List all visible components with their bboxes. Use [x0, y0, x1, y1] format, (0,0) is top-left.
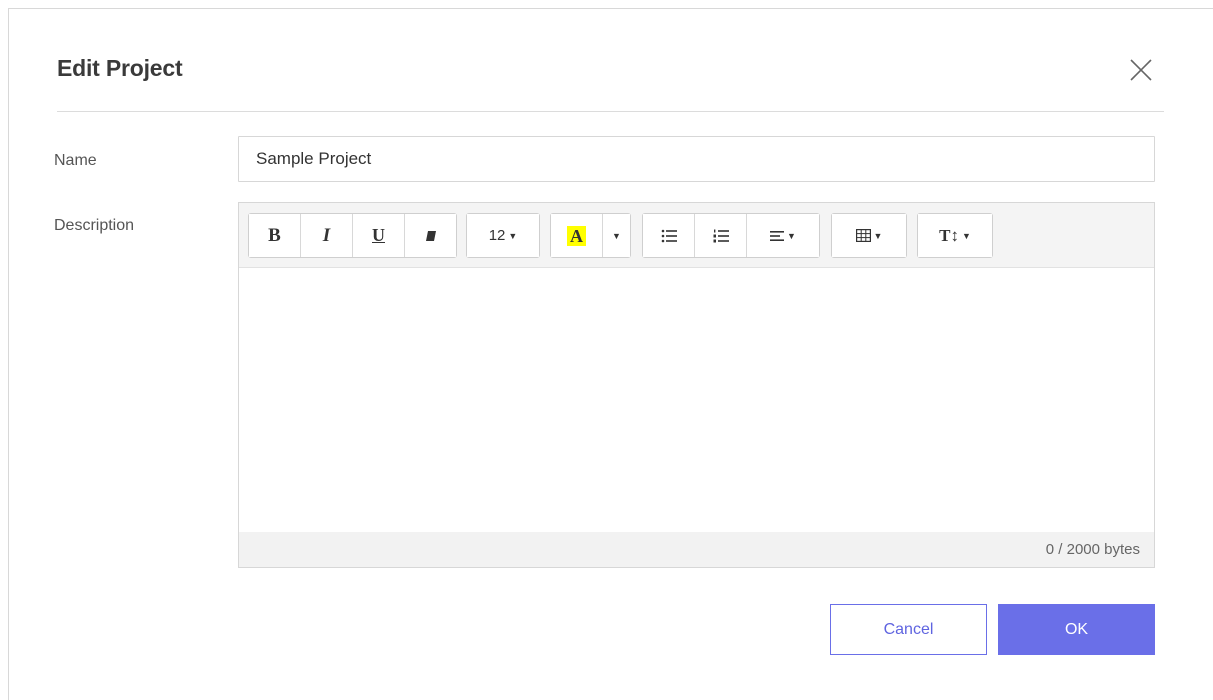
close-icon: [1130, 59, 1152, 81]
description-editor: B I U 12 ▼ A ▼ ▼ ▼ T↕ ▼ 0 / 2000 bytes: [238, 202, 1155, 568]
font-size-group: 12 ▼: [466, 213, 540, 258]
font-size-value: 12: [488, 227, 506, 244]
cancel-button[interactable]: Cancel: [830, 604, 987, 655]
highlight-group: A ▼: [550, 213, 631, 258]
unordered-list-button[interactable]: [643, 214, 695, 257]
ordered-list-icon: [713, 229, 729, 242]
list-align-group: ▼: [642, 213, 820, 258]
chevron-down-icon: ▼: [873, 230, 883, 241]
dialog-title: Edit Project: [57, 55, 183, 81]
chevron-down-icon: ▼: [612, 230, 621, 241]
align-dropdown[interactable]: ▼: [747, 214, 819, 257]
underline-button[interactable]: U: [353, 214, 405, 257]
editor-content-area[interactable]: [239, 268, 1154, 533]
highlight-icon: A: [567, 225, 586, 246]
highlight-color-dropdown[interactable]: ▼: [603, 214, 630, 257]
close-button[interactable]: [1126, 55, 1156, 85]
ordered-list-button[interactable]: [695, 214, 747, 257]
text-height-group: T↕ ▼: [917, 213, 993, 258]
editor-toolbar: B I U 12 ▼ A ▼ ▼ ▼ T↕ ▼: [239, 203, 1154, 268]
unordered-list-icon: [661, 229, 677, 242]
editor-status-bar: 0 / 2000 bytes: [239, 532, 1154, 567]
eraser-icon: [425, 230, 436, 241]
highlight-button[interactable]: A: [551, 214, 603, 257]
byte-counter: 0 / 2000 bytes: [1045, 541, 1140, 558]
ok-button[interactable]: OK: [998, 604, 1155, 655]
chevron-down-icon: ▼: [961, 230, 971, 241]
bold-button[interactable]: B: [249, 214, 301, 257]
name-label: Name: [54, 152, 97, 169]
align-left-icon: [770, 230, 785, 241]
table-icon: [855, 229, 871, 242]
text-height-dropdown[interactable]: T↕ ▼: [918, 214, 992, 257]
chevron-down-icon: ▼: [787, 230, 796, 241]
text-height-icon: T↕: [939, 225, 959, 245]
font-size-dropdown[interactable]: 12 ▼: [467, 214, 539, 257]
table-group: ▼: [831, 213, 907, 258]
table-dropdown[interactable]: ▼: [832, 214, 906, 257]
description-label: Description: [54, 217, 135, 234]
text-style-group: B I U: [248, 213, 457, 258]
name-input[interactable]: [238, 136, 1155, 182]
dialog-header: Edit Project: [57, 9, 1164, 112]
clear-format-button[interactable]: [405, 214, 456, 257]
chevron-down-icon: ▼: [508, 230, 518, 241]
italic-button[interactable]: I: [301, 214, 353, 257]
